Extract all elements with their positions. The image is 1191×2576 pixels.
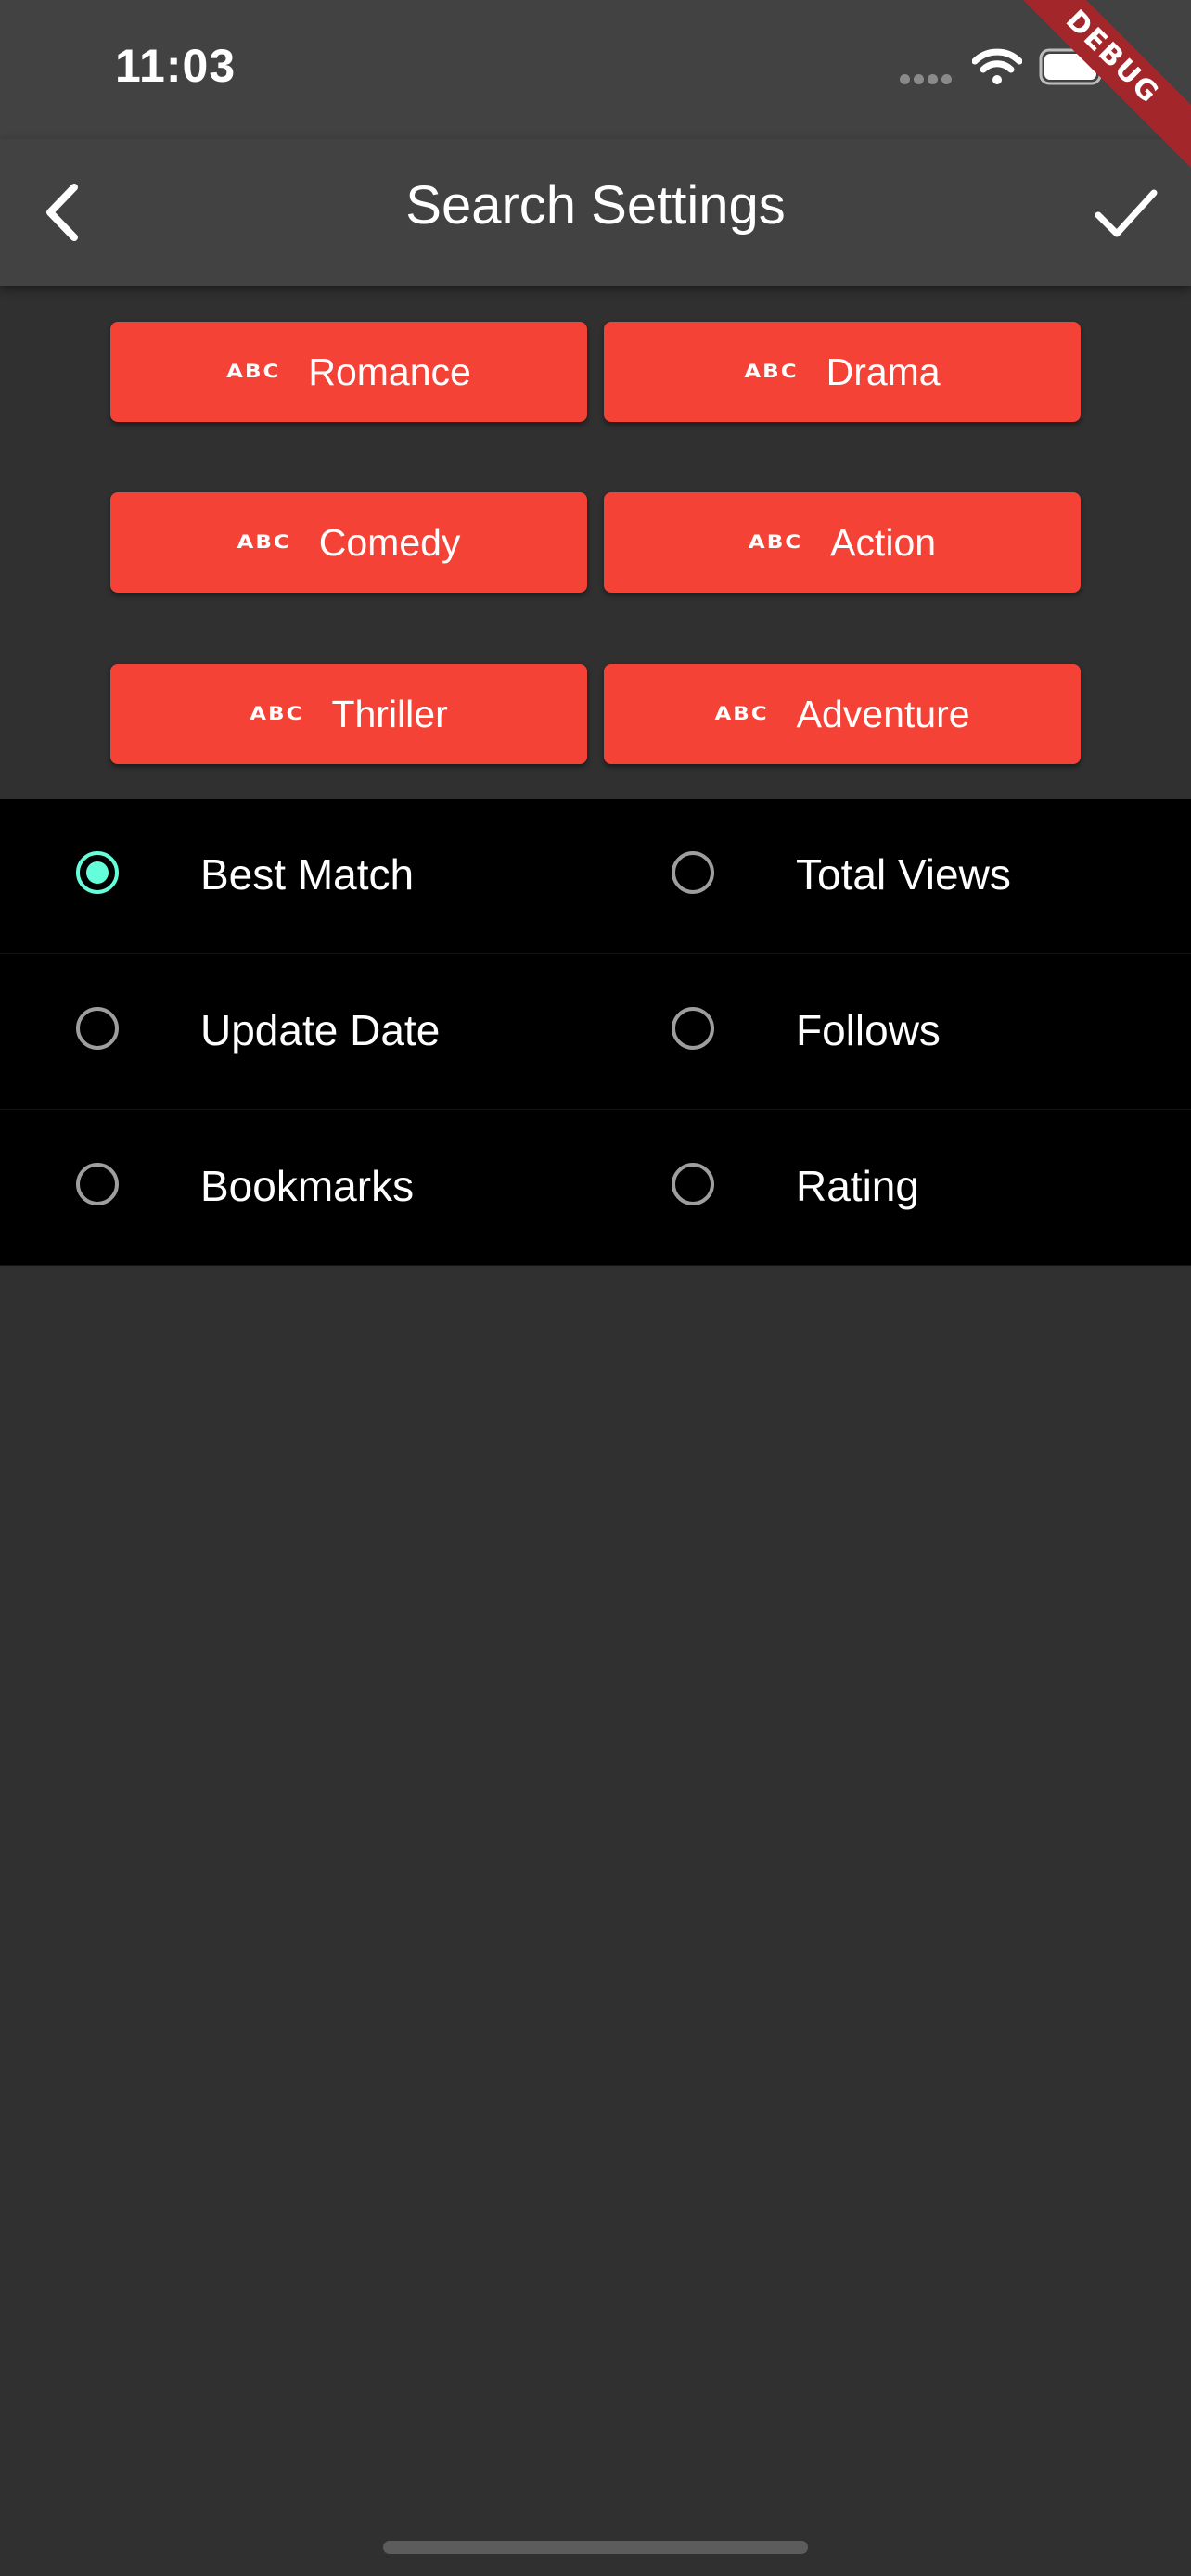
radio-label: Best Match xyxy=(200,850,415,899)
radio-row: Bookmarks Rating xyxy=(0,1111,1191,1266)
radio-label: Rating xyxy=(796,1162,919,1210)
radio-option-bookmarks[interactable]: Bookmarks xyxy=(0,1111,594,1265)
genre-chip-comedy[interactable]: ABC Comedy xyxy=(110,492,587,593)
abc-icon: ABC xyxy=(744,361,799,383)
radio-label: Total Views xyxy=(796,850,1011,899)
genre-chip-romance[interactable]: ABC Romance xyxy=(110,322,587,422)
radio-label: Update Date xyxy=(200,1006,441,1054)
genre-chip-adventure[interactable]: ABC Adventure xyxy=(604,664,1081,764)
radio-button[interactable] xyxy=(672,1163,714,1205)
abc-icon: ABC xyxy=(748,531,803,554)
abc-icon: ABC xyxy=(250,703,304,725)
sort-options-panel: Best Match Total Views Update Date Follo… xyxy=(0,799,1191,1266)
genre-chip-thriller[interactable]: ABC Thriller xyxy=(110,664,587,764)
radio-option-best-match[interactable]: Best Match xyxy=(0,799,594,953)
page-title: Search Settings xyxy=(405,175,786,236)
abc-icon: ABC xyxy=(226,361,281,383)
abc-icon: ABC xyxy=(714,703,769,725)
radio-button[interactable] xyxy=(76,1007,119,1050)
radio-label: Bookmarks xyxy=(200,1162,415,1210)
cellular-signal-icon xyxy=(900,72,955,89)
radio-option-rating[interactable]: Rating xyxy=(596,1111,1189,1265)
radio-row: Update Date Follows xyxy=(0,955,1191,1110)
genre-chip-drama[interactable]: ABC Drama xyxy=(604,322,1081,422)
radio-button[interactable] xyxy=(672,1007,714,1050)
radio-option-total-views[interactable]: Total Views xyxy=(596,799,1189,953)
abc-icon: ABC xyxy=(237,531,291,554)
chip-label: Drama xyxy=(826,350,941,393)
check-icon xyxy=(1095,189,1158,237)
status-bar: 11:03 xyxy=(0,0,1191,139)
radio-option-follows[interactable]: Follows xyxy=(596,955,1189,1109)
chip-label: Comedy xyxy=(318,520,461,564)
chip-label: Adventure xyxy=(796,692,970,735)
radio-button[interactable] xyxy=(76,851,119,894)
app-bar: Search Settings xyxy=(0,139,1191,286)
home-indicator xyxy=(383,2541,808,2554)
radio-option-update-date[interactable]: Update Date xyxy=(0,955,594,1109)
radio-row: Best Match Total Views xyxy=(0,799,1191,954)
radio-label: Follows xyxy=(796,1006,941,1054)
chip-label: Thriller xyxy=(331,692,448,735)
confirm-button[interactable] xyxy=(1083,171,1167,254)
status-time: 11:03 xyxy=(115,40,237,92)
radio-button[interactable] xyxy=(672,851,714,894)
wifi-icon xyxy=(971,48,1023,90)
chip-label: Romance xyxy=(308,350,471,393)
radio-button[interactable] xyxy=(76,1163,119,1205)
chip-label: Action xyxy=(830,520,937,564)
genre-chip-action[interactable]: ABC Action xyxy=(604,492,1081,593)
